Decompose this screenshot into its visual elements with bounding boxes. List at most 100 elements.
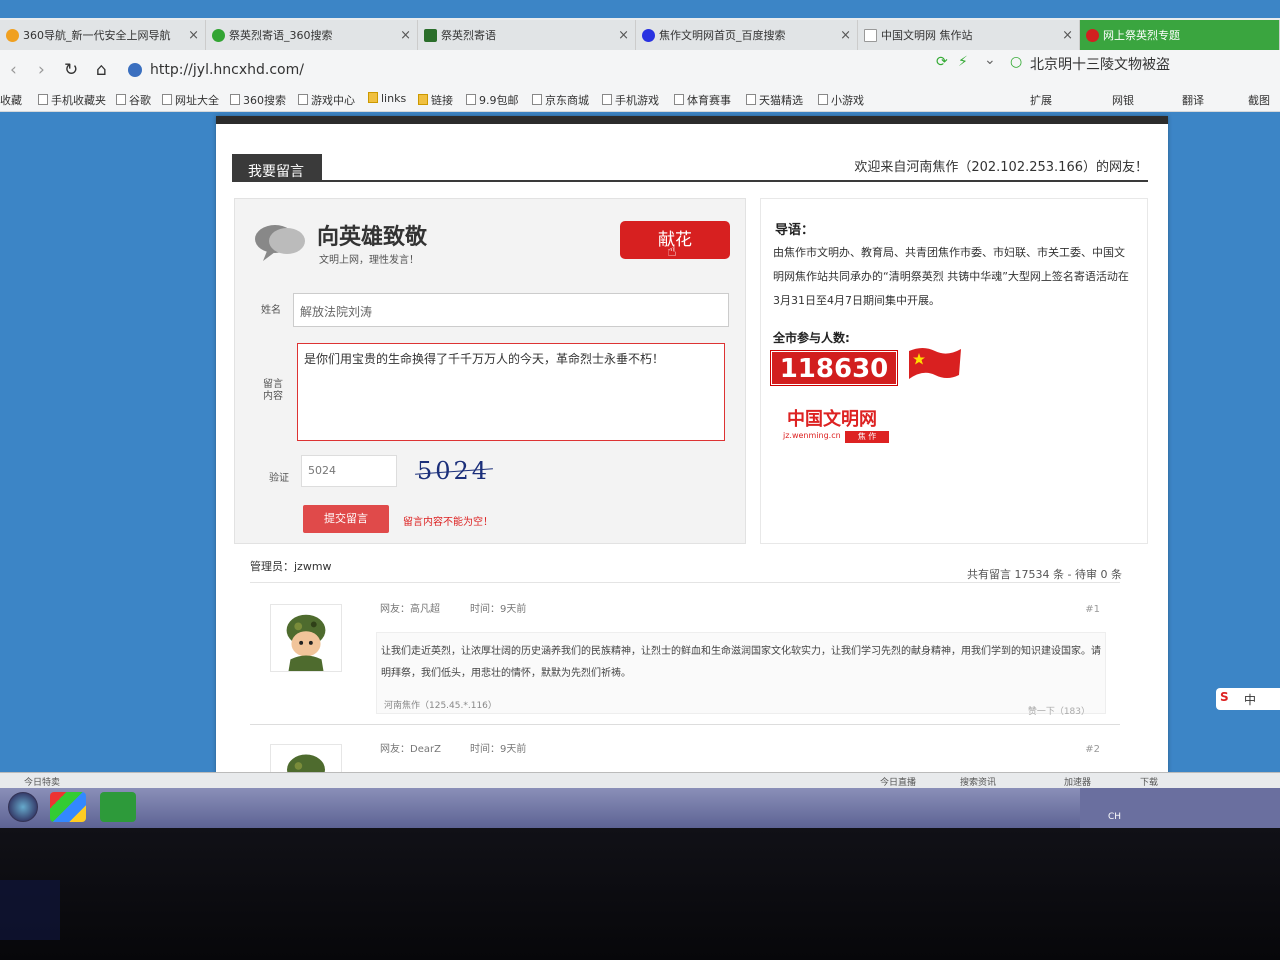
bookmark-item[interactable]: 手机收藏夹 [38,92,106,108]
logo-domain: jz.wenming.cn [783,431,841,440]
status-news[interactable]: 搜索资讯 [960,775,996,788]
taskbar [0,788,1280,828]
tab-wenming[interactable]: 中国文明网 焦作站 × [858,20,1080,50]
soldier-avatar [270,604,342,672]
tab-label: 祭英烈寄语 [441,29,496,42]
page-icon [230,94,240,105]
message-item: 网友：高凡超 时间：9天前 #1 让我们走近英烈，让浓厚壮阔的历史涵养我们的民族… [250,594,1120,734]
tab-360-search[interactable]: 祭英烈寄语_360搜索 × [206,20,418,50]
page-icon [818,94,828,105]
back-icon[interactable]: ‹ [10,60,17,80]
bookmark-item[interactable]: 手机游戏 [602,92,659,108]
divider [250,724,1120,725]
admin-label: 管理员：jzwmw [250,560,332,573]
page-icon [466,94,476,105]
windows-icon[interactable] [50,792,86,822]
monitor-bezel [0,828,1280,960]
browser-icon[interactable] [100,792,136,822]
tab-baidu[interactable]: 焦作文明网首页_百度搜索 × [636,20,858,50]
reload-icon[interactable]: ↻ [64,60,78,80]
close-icon[interactable]: × [1062,28,1073,43]
search-input[interactable]: 北京明十三陵文物被盗 [1030,54,1170,74]
name-label: 姓名 [261,305,281,316]
tab-active[interactable]: 网上祭英烈专题 [1080,20,1280,50]
monitor-screen: 360导航_新一代安全上网导航 × 祭英烈寄语_360搜索 × 祭英烈寄语 × … [0,0,1280,828]
browser-tab-bar: 360导航_新一代安全上网导航 × 祭英烈寄语_360搜索 × 祭英烈寄语 × … [0,18,1280,50]
page-icon [424,28,437,42]
form-subtitle: 文明上网，理性发言！ [319,255,419,266]
page-icon [864,28,877,42]
close-icon[interactable]: × [840,28,851,43]
name-field[interactable]: 解放法院刘涛 [293,293,729,327]
ime-label: 中 [1244,693,1257,707]
url-input[interactable]: http://jyl.hncxhd.com/ [150,62,304,78]
folder-icon [368,92,378,103]
address-bar: ‹ › ↻ ⌂ http://jyl.hncxhd.com/ ⟳ ⚡ ⌄ ○ 北… [0,50,1280,86]
intro-panel: 导语： 由焦作市文明办、教育局、共青团焦作市委、市妇联、市关工委、中国文明网焦作… [760,198,1148,544]
status-download[interactable]: 下载 [1140,775,1158,788]
page-icon [116,94,126,105]
header-divider [232,180,1148,182]
bookmark-item[interactable]: 收藏 [0,92,22,108]
close-icon[interactable]: × [400,28,411,43]
participant-counter: 118630 [770,350,898,386]
page-icon [746,94,756,105]
like-button[interactable]: 赞一下（183） [1028,704,1090,717]
ime-toolbar[interactable]: S 中 [1216,688,1280,710]
close-icon[interactable]: × [188,28,199,43]
close-icon[interactable]: × [618,28,629,43]
translate-button[interactable]: 翻译 [1182,92,1204,108]
home-icon[interactable]: ⌂ [96,60,107,80]
message-time: 时间：9天前 [470,744,527,755]
extension-button[interactable]: 扩展 [1030,92,1052,108]
tab-label: 中国文明网 焦作站 [881,29,973,42]
active-page-icon [1086,28,1099,42]
status-deals[interactable]: 今日特卖 [24,775,60,788]
bookmark-item[interactable]: links [368,92,406,105]
tab-jiyinglie[interactable]: 祭英烈寄语 × [418,20,636,50]
content-field[interactable]: 是你们用宝贵的生命换得了千千万万人的今天，革命烈士永垂不朽！ [297,343,725,441]
message-form: 向英雄致敬 文明上网，理性发言！ 献花 ☝ 姓名 解放法院刘涛 留言内容 是你们… [234,198,746,544]
bookmark-item[interactable]: 体育赛事 [674,92,731,108]
status-live[interactable]: 今日直播 [880,775,916,788]
submit-button[interactable]: 提交留言 [303,505,389,533]
intro-text: 由焦作市文明办、教育局、共青团焦作市委、市妇联、市关工委、中国文明网焦作站共同承… [773,246,1129,307]
verify-field[interactable]: 5024 [301,455,397,487]
verify-label: 验证 [269,473,289,484]
ebank-button[interactable]: 网银 [1112,92,1134,108]
content-label: 留言内容 [263,379,283,402]
status-accel[interactable]: 加速器 [1064,775,1091,788]
bookmark-item[interactable]: 天猫精选 [746,92,803,108]
count-label: 全市参与人数: [773,331,850,345]
language-indicator[interactable]: CH [1108,812,1121,822]
bookmark-item[interactable]: 360搜索 [230,92,286,108]
bookmark-item[interactable]: 京东商城 [532,92,589,108]
chevron-down-icon[interactable]: ⌄ [984,52,996,68]
bookmark-item[interactable]: 链接 [418,92,453,108]
360-search-icon [212,28,225,42]
bookmark-item[interactable]: 网址大全 [162,92,219,108]
bookmark-item[interactable]: 谷歌 [116,92,151,108]
tab-label: 焦作文明网首页_百度搜索 [659,29,786,42]
screenshot-button[interactable]: 截图 [1248,92,1270,108]
wenming-logo: 中国文明网 [787,409,877,430]
search-icon[interactable]: ○ [1010,54,1022,70]
bookmark-item[interactable]: 9.9包邮 [466,92,519,108]
start-button[interactable] [8,792,38,822]
page-icon [602,94,612,105]
forward-icon[interactable]: › [38,60,45,80]
lightning-icon[interactable]: ⚡ [958,54,968,70]
leave-message-tab[interactable]: 我要留言 [232,154,322,182]
refresh-green-icon[interactable]: ⟳ [936,54,948,70]
message-user: 网友：高凡超 [380,604,440,615]
site-icon [128,63,142,77]
bookmark-item[interactable]: 游戏中心 [298,92,355,108]
message-number: #2 [1085,744,1100,755]
message-number: #1 [1085,604,1100,615]
china-flag-icon [909,348,961,379]
tab-label: 祭英烈寄语_360搜索 [229,29,333,42]
bookmark-item[interactable]: 小游戏 [818,92,864,108]
error-message: 留言内容不能为空！ [403,517,493,528]
baidu-paw-icon [642,28,655,42]
tab-360-nav[interactable]: 360导航_新一代安全上网导航 × [0,20,206,50]
